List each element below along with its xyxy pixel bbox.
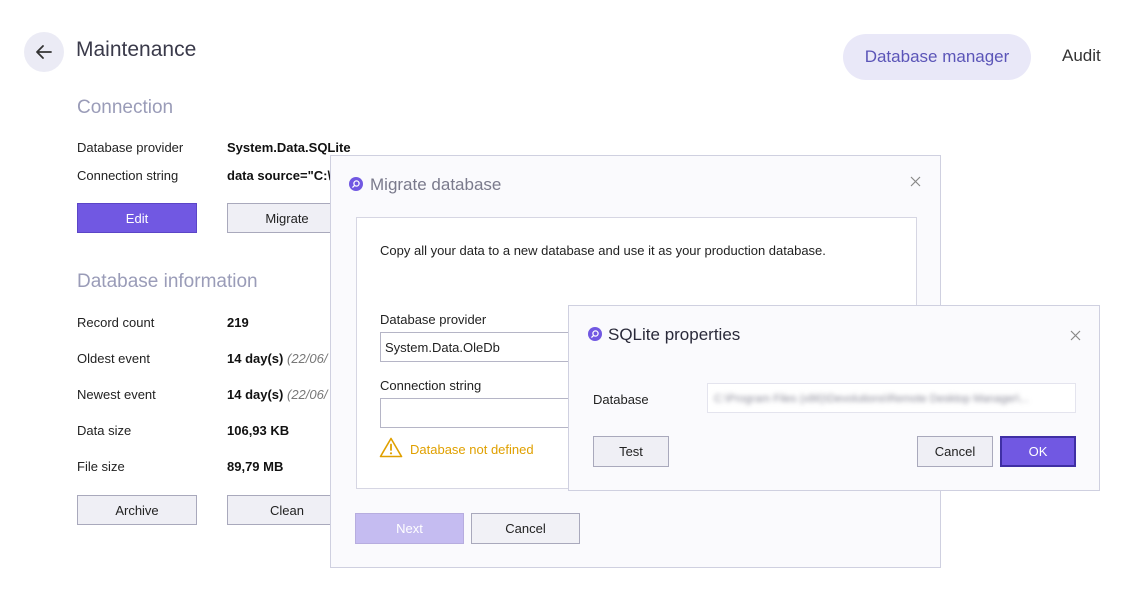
page-title: Maintenance <box>76 38 197 61</box>
newest-event-label: Newest event <box>77 387 156 402</box>
migrate-cancel-button[interactable]: Cancel <box>471 513 580 544</box>
file-size-value: 89,79 MB <box>227 459 284 474</box>
newest-event-value: 14 day(s) (22/06/ <box>227 387 327 402</box>
nav-audit[interactable]: Audit <box>1062 46 1101 66</box>
migrate-description: Copy all your data to a new database and… <box>380 243 826 258</box>
file-size-label: File size <box>77 459 125 474</box>
arrow-left-icon <box>36 45 52 59</box>
migrate-provider-label: Database provider <box>380 312 487 327</box>
close-icon <box>1070 330 1081 341</box>
edit-button[interactable]: Edit <box>77 203 197 233</box>
close-icon <box>910 176 921 187</box>
search-icon <box>352 180 360 188</box>
db-info-section-title: Database information <box>77 271 258 292</box>
oldest-event-age: 14 day(s) <box>227 351 284 366</box>
warning-triangle-icon <box>379 437 403 461</box>
warning-text: Database not defined <box>410 442 534 457</box>
newest-event-age: 14 day(s) <box>227 387 284 402</box>
connection-section-title: Connection <box>77 97 174 118</box>
sqlite-cancel-button[interactable]: Cancel <box>917 436 993 467</box>
archive-button[interactable]: Archive <box>77 495 197 525</box>
oldest-event-value: 14 day(s) (22/06/ <box>227 351 327 366</box>
search-icon <box>591 330 599 338</box>
migrate-dialog-title: Migrate database <box>370 175 502 194</box>
sqlite-database-value: C:\Program Files (x86)\Devolutions\Remot… <box>714 393 1029 405</box>
nav-database-manager[interactable]: Database manager <box>843 34 1031 80</box>
provider-value: System.Data.SQLite <box>227 140 351 155</box>
data-size-label: Data size <box>77 423 132 438</box>
data-size-value: 106,93 KB <box>227 423 290 438</box>
sqlite-database-label: Database <box>593 392 649 407</box>
record-count-value: 219 <box>227 315 249 330</box>
next-button[interactable]: Next <box>355 513 464 544</box>
oldest-event-date: (22/06/ <box>287 351 328 366</box>
newest-event-date: (22/06/ <box>287 387 328 402</box>
provider-label: Database provider <box>77 140 184 155</box>
migrate-provider-value: System.Data.OleDb <box>385 339 500 355</box>
sqlite-dialog-close-button[interactable] <box>1070 328 1081 346</box>
migrate-connection-input[interactable] <box>380 398 580 428</box>
test-button[interactable]: Test <box>593 436 669 467</box>
ok-button[interactable]: OK <box>1000 436 1076 467</box>
sqlite-dialog-title: SQLite properties <box>608 325 741 344</box>
migrate-button[interactable]: Migrate <box>227 203 347 233</box>
migrate-connection-label: Connection string <box>380 378 482 393</box>
sqlite-database-input[interactable]: C:\Program Files (x86)\Devolutions\Remot… <box>707 383 1076 413</box>
oldest-event-label: Oldest event <box>77 351 150 366</box>
back-button[interactable] <box>24 32 64 72</box>
sqlite-dialog-icon <box>588 327 602 341</box>
record-count-label: Record count <box>77 315 155 330</box>
migrate-dialog-close-button[interactable] <box>910 174 921 192</box>
clean-button[interactable]: Clean <box>227 495 347 525</box>
migrate-provider-select[interactable]: System.Data.OleDb <box>380 332 580 362</box>
dialog-icon <box>349 177 363 191</box>
sqlite-properties-dialog: SQLite properties Database C:\Program Fi… <box>568 305 1100 491</box>
connection-string-value: data source="C:\ <box>227 168 332 183</box>
connection-string-label: Connection string <box>77 168 179 183</box>
